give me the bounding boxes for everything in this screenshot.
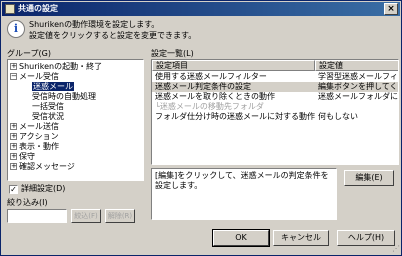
table-row[interactable]: 迷惑メールを取り除くときの動作 迷惑メールフォルダに移動 — [152, 92, 398, 102]
row-item: 迷惑メールを取り除くときの動作 — [155, 92, 275, 101]
tree-item-label: 迷惑メール — [32, 82, 74, 91]
window-title: 共通の設定 — [18, 4, 58, 13]
table-row[interactable]: フォルダ仕分け時の迷惑メールに対する動作 何もしない — [152, 112, 398, 122]
expand-toggle-icon[interactable]: + — [10, 143, 17, 150]
tree-item-label: 受信時の自動処理 — [32, 92, 96, 101]
filter-label: 絞り込み(I) — [7, 198, 48, 207]
row-value[interactable]: 編集ボタンを押してください — [315, 82, 398, 92]
tree-item-label: 確認メッセージ — [19, 162, 75, 171]
column-header-item[interactable]: 設定項目 — [152, 60, 315, 71]
filter-apply-button[interactable]: 絞込(F) — [71, 209, 101, 223]
filter-clear-button[interactable]: 解除(R) — [105, 209, 135, 223]
checkmark-icon[interactable]: ✓ — [9, 185, 18, 194]
row-item: フォルダ仕分け時の迷惑メールに対する動作 — [155, 112, 315, 121]
collapse-toggle-icon[interactable]: − — [10, 73, 17, 80]
info-text-line-1: Shurikenの動作環境を設定します。 — [29, 20, 160, 29]
tree-item-confirm[interactable]: + 確認メッセージ — [10, 162, 75, 172]
tree-item-label: 保守 — [19, 152, 35, 161]
cancel-button[interactable]: キャンセル — [273, 230, 329, 246]
tree-item-label: Shurikenの起動・終了 — [19, 62, 103, 71]
filter-input[interactable] — [7, 209, 67, 223]
group-tree[interactable]: + Shurikenの起動・終了 − メール受信 迷惑メール 受信時の自動処理 一括… — [7, 59, 144, 181]
group-label: グループ(G) — [7, 49, 51, 58]
tree-item-spam[interactable]: 迷惑メール — [32, 82, 74, 92]
tree-item-label: メール送信 — [19, 122, 59, 131]
row-item: 迷惑メール判定条件の設定 — [155, 82, 251, 91]
table-row: └迷惑メールの移動先フォルダ — [152, 102, 398, 112]
tree-item-startup[interactable]: + Shurikenの起動・終了 — [10, 62, 102, 72]
detail-settings-checkbox[interactable]: ✓ 詳細設定(D) — [9, 183, 65, 194]
tree-item-label: 一括受信 — [32, 102, 64, 111]
tree-item-receive[interactable]: − メール受信 — [10, 72, 59, 82]
tree-item-action[interactable]: + アクション — [10, 132, 59, 142]
expand-toggle-icon[interactable]: + — [10, 63, 17, 70]
tree-item-auto-process[interactable]: 受信時の自動処理 — [32, 92, 96, 102]
row-value[interactable]: 何もしない — [315, 112, 398, 122]
row-item: └迷惑メールの移動先フォルダ — [155, 102, 264, 111]
row-item: 使用する迷惑メールフィルター — [155, 72, 267, 81]
edit-button[interactable]: 編集(E) — [344, 170, 394, 186]
info-text-line-2: 設定値をクリックすると設定を変更できます。 — [29, 31, 197, 40]
row-value[interactable]: 迷惑メールフォルダに移動 — [315, 92, 398, 102]
row-value[interactable]: 学習型迷惑メールフィルター — [315, 72, 398, 82]
tree-item-label: 表示・動作 — [19, 142, 59, 151]
title-bar: 共通の設定 × — [2, 2, 400, 16]
expand-toggle-icon[interactable]: + — [10, 153, 17, 160]
tree-item-receive-status[interactable]: 受信状況 — [32, 112, 64, 122]
tree-item-display[interactable]: + 表示・動作 — [10, 142, 59, 152]
settings-dialog: 共通の設定 × i Shurikenの動作環境を設定します。 設定値をクリックす… — [0, 0, 402, 256]
close-button[interactable]: × — [384, 3, 398, 15]
setting-description: [編集]をクリックして、迷惑メールの判定条件を設定します。 — [151, 168, 337, 220]
settings-list-label: 設定一覧(L) — [151, 49, 194, 58]
ok-button[interactable]: OK — [212, 229, 270, 247]
table-row[interactable]: 迷惑メール判定条件の設定 編集ボタンを押してください — [152, 82, 398, 92]
resize-grip-icon[interactable]: ⋰ — [390, 244, 400, 254]
expand-toggle-icon[interactable]: + — [10, 133, 17, 140]
app-icon — [5, 4, 15, 14]
expand-toggle-icon[interactable]: + — [10, 123, 17, 130]
info-icon: i — [7, 20, 25, 38]
detail-settings-label: 詳細設定(D) — [21, 184, 66, 193]
help-button[interactable]: ヘルプ(H) — [337, 230, 395, 246]
expand-toggle-icon[interactable]: + — [10, 163, 17, 170]
tree-item-maintenance[interactable]: + 保守 — [10, 152, 35, 162]
table-row[interactable]: 使用する迷惑メールフィルター 学習型迷惑メールフィルター — [152, 72, 398, 82]
list-header: 設定項目 設定値 — [152, 60, 398, 71]
tree-item-label: アクション — [19, 132, 59, 141]
tree-item-label: 受信状況 — [32, 112, 64, 121]
tree-item-send[interactable]: + メール送信 — [10, 122, 59, 132]
settings-list[interactable]: 設定項目 設定値 使用する迷惑メールフィルター 学習型迷惑メールフィルター 迷惑… — [151, 59, 399, 165]
column-header-value[interactable]: 設定値 — [315, 60, 398, 71]
tree-item-batch-receive[interactable]: 一括受信 — [32, 102, 64, 112]
tree-item-label: メール受信 — [19, 72, 59, 81]
